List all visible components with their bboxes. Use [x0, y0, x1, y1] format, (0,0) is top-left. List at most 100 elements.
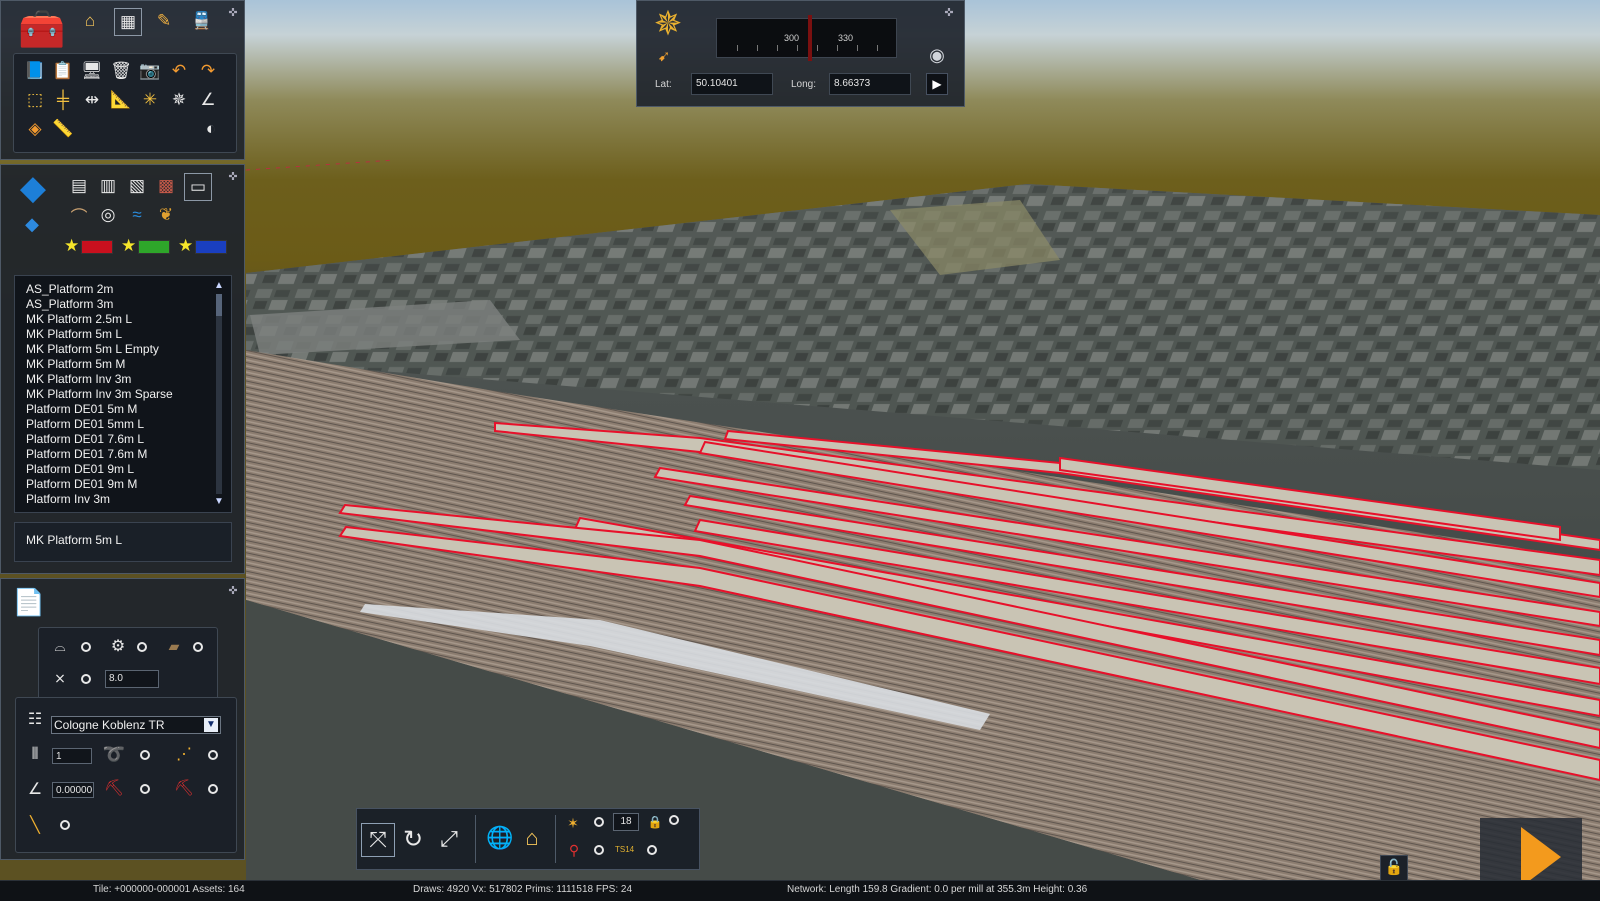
angle-input[interactable]: 0.00000 — [52, 782, 94, 798]
height-up-radio[interactable] — [140, 784, 150, 794]
foliage-icon[interactable]: ❦ — [153, 202, 179, 228]
list-item[interactable]: MK Platform 5m L Empty — [15, 342, 231, 357]
gear-radio[interactable] — [137, 642, 147, 652]
signal-radio[interactable] — [594, 817, 604, 827]
chevron-down-icon[interactable]: ▼ — [204, 718, 218, 732]
unlock-icon[interactable]: 🔓 — [1380, 855, 1408, 881]
list-item[interactable]: Platform DE01 7.6m M — [15, 447, 231, 462]
favourite-blue-button[interactable] — [195, 240, 227, 254]
rail-icon[interactable]: ▤ — [66, 173, 92, 199]
list-item[interactable]: Platform DE01 9m M — [15, 477, 231, 492]
scroll-thumb[interactable] — [216, 294, 222, 316]
list-item[interactable]: MK Platform Inv 3m — [15, 372, 231, 387]
pin-icon[interactable]: ✜ — [227, 585, 239, 597]
scroll-up-icon[interactable]: ▲ — [213, 280, 225, 292]
dial-icon[interactable]: ◐ — [198, 116, 224, 142]
expand-icon[interactable]: ⤧ — [361, 823, 395, 857]
spiral-radio[interactable] — [140, 750, 150, 760]
rail-double-icon[interactable]: ▥ — [95, 173, 121, 199]
favourite-green-button[interactable] — [138, 240, 170, 254]
split-icon[interactable]: ╪ — [50, 87, 76, 113]
monitor-icon[interactable]: 🖥 — [79, 58, 105, 84]
trash-icon[interactable]: 🗑 — [108, 58, 134, 84]
go-to-location-button[interactable]: ▶ — [926, 73, 948, 95]
spacing-input[interactable]: 8.0 — [105, 670, 159, 688]
properties-sheet-icon[interactable]: 📄 — [11, 585, 47, 619]
train-icon[interactable]: 🚆 — [189, 8, 215, 34]
list-item[interactable]: MK Platform 2.5m L — [15, 312, 231, 327]
book-icon[interactable]: 📘 — [22, 58, 48, 84]
snap-icon[interactable]: ✳ — [137, 87, 163, 113]
platform-icon[interactable]: ▭ — [184, 173, 212, 201]
scroll-track[interactable] — [216, 294, 222, 494]
paste-icon[interactable]: 📋 — [50, 58, 76, 84]
select-box-icon[interactable]: ⬚ — [22, 87, 48, 113]
list-item[interactable]: Platform DE01 9m L — [15, 462, 231, 477]
redo-icon[interactable]: ↷ — [195, 58, 221, 84]
camera-target-icon[interactable]: ◉ — [925, 43, 949, 67]
home-icon[interactable]: ⌂ — [77, 8, 103, 34]
toolbox-icon[interactable]: 🧰 — [15, 5, 69, 55]
layers-icon[interactable]: ◈ — [22, 116, 48, 142]
pin-icon[interactable]: ✜ — [227, 7, 239, 19]
list-item[interactable]: AS_Platform 3m — [15, 297, 231, 312]
list-item[interactable]: Platform DE01 5m M — [15, 402, 231, 417]
list-item[interactable]: Platform Inv 3m — [15, 492, 231, 507]
list-item[interactable]: Platform DE01 7.6m L — [15, 432, 231, 447]
lock-radio[interactable] — [669, 815, 679, 825]
rail-count-input[interactable]: 1 — [52, 748, 92, 764]
list-item[interactable]: MK Platform 5m M — [15, 357, 231, 372]
favourite-red-button[interactable] — [81, 240, 113, 254]
status-bar: Tile: +000000-000001 Assets: 164 Draws: … — [0, 880, 1600, 901]
paint-brush-icon[interactable]: ✎ — [151, 8, 177, 34]
small-cube-icon[interactable]: ◆ — [21, 213, 43, 235]
map-pointer-icon[interactable]: ➹ — [653, 45, 675, 67]
list-item[interactable]: AS_Platform 2m — [15, 282, 231, 297]
tool-grid: 📘 📋 🖥 🗑 📷 ↶ ↷ ⬚ ╪ ⇹ 📐 ✳ ✵ ∠ ◈ 📏 ◐ — [13, 53, 237, 153]
angle-icon[interactable]: ∠ — [195, 87, 221, 113]
list-item[interactable]: Platform DE01 5mm L — [15, 417, 231, 432]
object-cube-icon[interactable]: ◆ — [13, 169, 53, 207]
list-scrollbar[interactable]: ▲ ▼ — [213, 280, 225, 508]
ts-radio[interactable] — [647, 845, 657, 855]
pin-icon[interactable]: ✜ — [227, 171, 239, 183]
camera-icon[interactable]: 📷 — [137, 58, 163, 84]
compass-icon[interactable]: ✵ — [647, 3, 689, 45]
measure-icon[interactable]: 📏 — [50, 116, 76, 142]
superelevation-radio[interactable] — [208, 750, 218, 760]
ruler-icon[interactable]: 📐 — [108, 87, 134, 113]
scroll-down-icon[interactable]: ▼ — [213, 496, 225, 508]
rail-wood-icon[interactable]: ▧ — [124, 173, 150, 199]
building-icon[interactable]: ▩ — [153, 173, 179, 199]
asset-list[interactable]: AS_Platform 2m AS_Platform 3m MK Platfor… — [14, 275, 232, 513]
longitude-input[interactable]: 8.66373 — [829, 73, 911, 95]
gradient-radio[interactable] — [60, 820, 70, 830]
height-down-radio[interactable] — [208, 784, 218, 794]
bridge-icon[interactable]: ⌒ — [66, 202, 92, 228]
magnet-icon[interactable]: ⚲ — [563, 839, 585, 861]
rotate-icon[interactable]: ↻ — [397, 823, 429, 855]
lat-label: Lat: — [655, 79, 672, 90]
wood-radio[interactable] — [193, 642, 203, 652]
list-item[interactable]: MK Platform Inv 3m Sparse — [15, 387, 231, 402]
join-icon[interactable]: ⇹ — [79, 87, 105, 113]
magnet-radio[interactable] — [594, 845, 604, 855]
spline-radio[interactable] — [81, 642, 91, 652]
home-icon[interactable]: ⌂ — [517, 823, 547, 853]
crossover-radio[interactable] — [81, 674, 91, 684]
latitude-input[interactable]: 50.10401 — [691, 73, 773, 95]
lock-icon[interactable]: 🔒 — [647, 813, 663, 831]
track-tool-icon[interactable]: ▦ — [114, 8, 142, 36]
globe-icon[interactable]: 🌐 — [485, 823, 515, 853]
play-button[interactable] — [1521, 827, 1561, 887]
undo-icon[interactable]: ↶ — [166, 58, 192, 84]
grid-snap-icon[interactable]: ✵ — [166, 87, 192, 113]
tunnel-icon[interactable]: ◎ — [95, 202, 121, 228]
counter-input[interactable]: 18 — [613, 813, 639, 831]
pin-icon[interactable]: ✜ — [943, 7, 955, 19]
track-rule-select[interactable]: Cologne Koblenz TR ▼ — [51, 716, 221, 734]
water-icon[interactable]: ≈ — [124, 202, 150, 228]
list-item[interactable]: MK Platform 5m L — [15, 327, 231, 342]
scale-icon[interactable]: ⤢ — [433, 823, 465, 855]
signal-icon[interactable]: ✶ — [563, 813, 583, 833]
